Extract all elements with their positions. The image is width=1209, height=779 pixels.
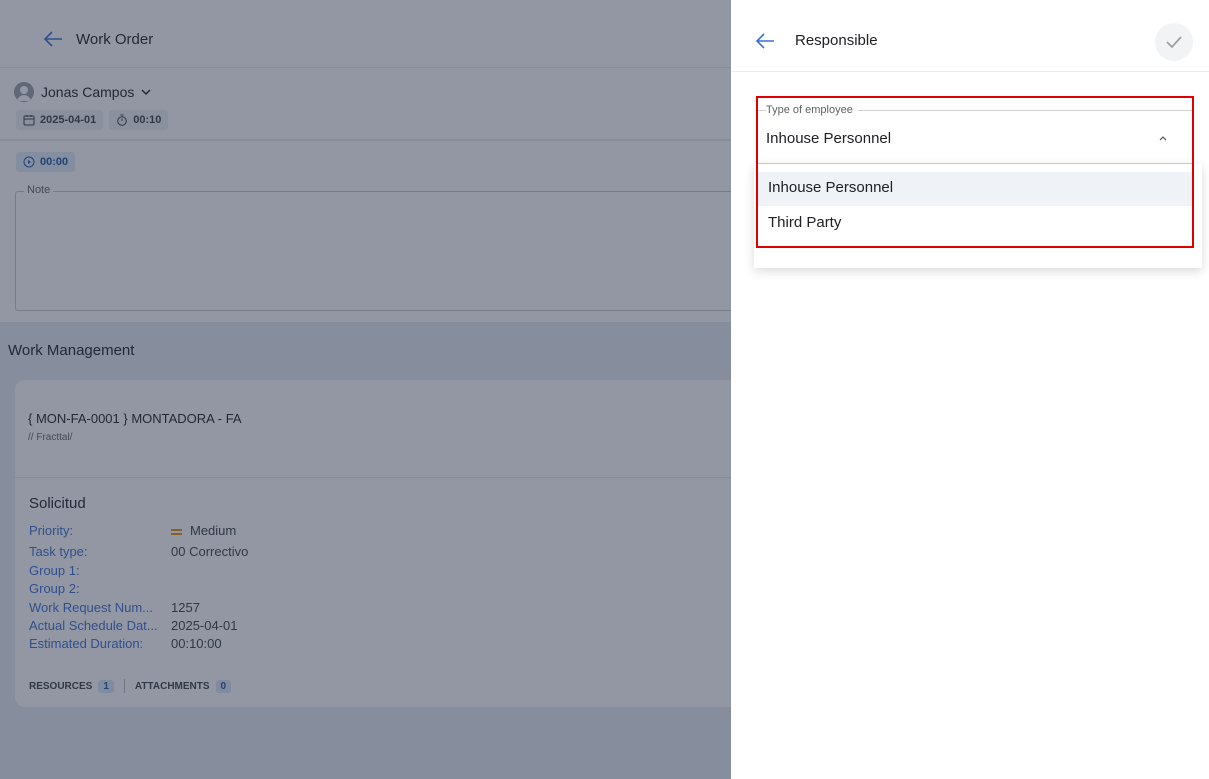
employee-type-value: Inhouse Personnel	[766, 130, 892, 147]
employee-type-select[interactable]: Type of employee Inhouse Personnel	[758, 96, 1194, 164]
modal-overlay[interactable]	[0, 0, 731, 779]
employee-type-label: Type of employee	[766, 104, 858, 116]
check-icon	[1166, 36, 1182, 49]
employee-type-dropdown: Inhouse Personnel Third Party	[754, 164, 1202, 268]
option-inhouse-personnel[interactable]: Inhouse Personnel	[756, 172, 1192, 206]
work-order-pane: Work Order Jonas Campos 2025-04-01 00:10…	[0, 0, 731, 779]
responsible-panel: Responsible Type of employee Inhouse Per…	[731, 0, 1209, 779]
back-arrow-icon[interactable]	[754, 31, 776, 51]
chevron-up-icon	[1159, 136, 1167, 141]
option-third-party[interactable]: Third Party	[756, 207, 1192, 241]
panel-title: Responsible	[795, 32, 878, 49]
confirm-button[interactable]	[1155, 23, 1193, 61]
panel-header: Responsible	[731, 10, 1209, 72]
